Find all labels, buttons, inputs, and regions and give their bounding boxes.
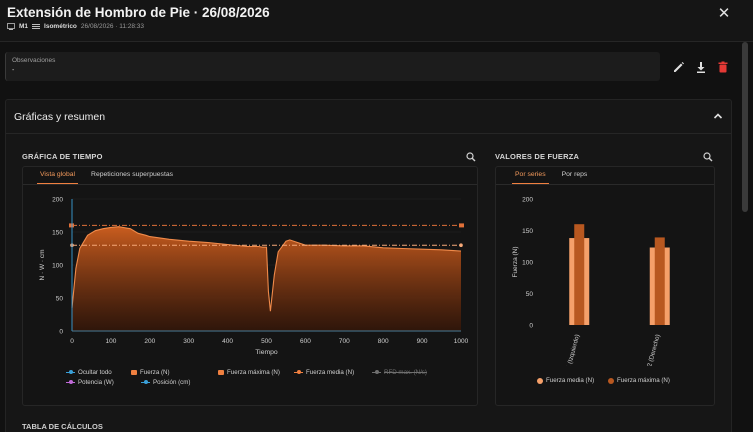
- bar-max-force: [654, 237, 665, 325]
- y-tick-label: 50: [56, 295, 64, 302]
- x-tick-label: S1 (Izquierdo): [564, 334, 581, 366]
- x-tick-label: 900: [417, 338, 428, 345]
- y-tick-label: 0: [529, 322, 533, 329]
- legend-label: Fuerza máxima (N): [227, 369, 280, 376]
- bar-max-force: [574, 224, 585, 325]
- max-force-marker: [459, 223, 464, 228]
- legend-swatch: [66, 380, 75, 384]
- y-tick-label: 0: [59, 328, 63, 335]
- calculations-table-caption: TABLA DE CÁLCULOS: [22, 422, 103, 431]
- legend-max-force[interactable]: Fuerza máxima (N): [218, 369, 280, 376]
- legend-max-force[interactable]: Fuerza máxima (N): [608, 377, 670, 384]
- legend-rfd-max[interactable]: RFD max. (N/s): [372, 369, 427, 376]
- tab-by-reps[interactable]: Por reps: [559, 167, 591, 184]
- device-label: M1: [19, 23, 29, 30]
- legend-swatch: [608, 377, 614, 384]
- tab-overlapped-reps[interactable]: Repeticiones superpuestas: [88, 167, 176, 184]
- x-tick-label: 400: [222, 338, 233, 345]
- x-tick-label: 0: [70, 338, 74, 345]
- legend-label: Fuerza máxima (N): [617, 377, 670, 384]
- zoom-icon[interactable]: [703, 152, 713, 162]
- legend-power[interactable]: Potencia (W): [66, 379, 114, 386]
- y-tick-label: 50: [526, 291, 534, 298]
- legend-mean-force[interactable]: Fuerza media (N): [294, 369, 354, 376]
- legend-label: Fuerza (N): [140, 369, 170, 376]
- legend-hide-all[interactable]: Ocultar todo: [66, 369, 112, 376]
- divider: [6, 133, 731, 134]
- legend-swatch: [131, 370, 137, 375]
- edit-icon[interactable]: [672, 60, 686, 74]
- y-tick-label: 100: [52, 262, 63, 269]
- close-icon[interactable]: ✕: [716, 6, 732, 22]
- legend-swatch: [294, 370, 303, 374]
- force-values-caption: VALORES DE FUERZA: [495, 152, 580, 161]
- x-axis-label: Tiempo: [255, 349, 278, 356]
- legend-swatch: [218, 370, 224, 375]
- force-values-tabs: Por series Por reps: [512, 167, 590, 184]
- device-icon: [7, 23, 15, 30]
- x-tick-label: 700: [339, 338, 350, 345]
- legend-label: Fuerza media (N): [546, 377, 595, 384]
- x-tick-label: S2 (Derecho): [645, 334, 661, 366]
- tab-by-series[interactable]: Por series: [512, 167, 549, 184]
- x-tick-label: 600: [300, 338, 311, 345]
- x-tick-label: 200: [144, 338, 155, 345]
- legend-swatch: [372, 370, 381, 374]
- tabs-divider: [496, 184, 714, 185]
- tabs-divider: [23, 184, 477, 185]
- dialog-header: Extensión de Hombro de Pie · 26/08/2026 …: [0, 0, 753, 42]
- download-icon[interactable]: [694, 60, 708, 74]
- session-meta: M1 Isométrico 26/08/2026 · 11:28:33: [7, 23, 144, 30]
- max-force-marker: [69, 223, 74, 228]
- time-chart-caption: GRÁFICA DE TIEMPO: [22, 152, 103, 161]
- mean-force-marker: [459, 243, 463, 247]
- legend-label: Ocultar todo: [78, 369, 112, 376]
- legend-force[interactable]: Fuerza (N): [131, 369, 170, 376]
- scrollbar[interactable]: [742, 42, 748, 212]
- chevron-up-icon[interactable]: [713, 111, 723, 121]
- y-axis-label: N · W · cm: [39, 249, 46, 280]
- force-area: [72, 226, 461, 331]
- delete-icon[interactable]: [716, 60, 730, 74]
- y-tick-label: 200: [522, 196, 533, 203]
- observations-field[interactable]: Observaciones -: [5, 52, 660, 81]
- tab-global-view[interactable]: Vista global: [37, 167, 79, 184]
- legend-mean-force[interactable]: Fuerza media (N): [537, 377, 594, 384]
- x-tick-label: 100: [105, 338, 116, 345]
- x-tick-label: 1000: [454, 338, 469, 345]
- y-tick-label: 150: [522, 228, 533, 235]
- legend-label: Posición (cm): [153, 379, 191, 386]
- legend-label: Fuerza media (N): [306, 369, 355, 376]
- legend-swatch: [66, 370, 75, 374]
- session-datetime: 26/08/2026 · 11:28:33: [80, 23, 145, 30]
- zoom-icon[interactable]: [466, 152, 476, 162]
- mode-label: Isométrico: [44, 23, 77, 30]
- y-axis-label: Fuerza (N): [512, 246, 519, 277]
- legend-position[interactable]: Posición (cm): [141, 379, 190, 386]
- y-tick-label: 200: [52, 196, 63, 203]
- observations-value: -: [12, 67, 15, 74]
- mode-icon: [32, 24, 41, 29]
- time-chart-tabs: Vista global Repeticiones superpuestas: [37, 167, 176, 184]
- y-tick-label: 100: [522, 259, 533, 266]
- legend-swatch: [141, 380, 150, 384]
- x-tick-label: 300: [183, 338, 194, 345]
- legend-label: Potencia (W): [78, 379, 114, 386]
- section-title: Gráficas y resumen: [14, 111, 106, 123]
- time-chart[interactable]: 0 50 100 150 200 0 100 200 300 400 500 600 700 800 900…: [22, 186, 478, 366]
- legend-label: RFD max. (N/s): [384, 369, 427, 376]
- force-bar-chart[interactable]: 0 50 100 150 200 Fuerza (N) S1 (Izquierdo) S2 (…: [495, 186, 715, 366]
- dialog-title: Extensión de Hombro de Pie · 26/08/2026: [7, 5, 270, 20]
- observations-label: Observaciones: [12, 57, 56, 64]
- legend-swatch: [537, 377, 543, 384]
- x-tick-label: 800: [378, 338, 389, 345]
- x-tick-label: 500: [261, 338, 272, 345]
- y-tick-label: 150: [52, 229, 63, 236]
